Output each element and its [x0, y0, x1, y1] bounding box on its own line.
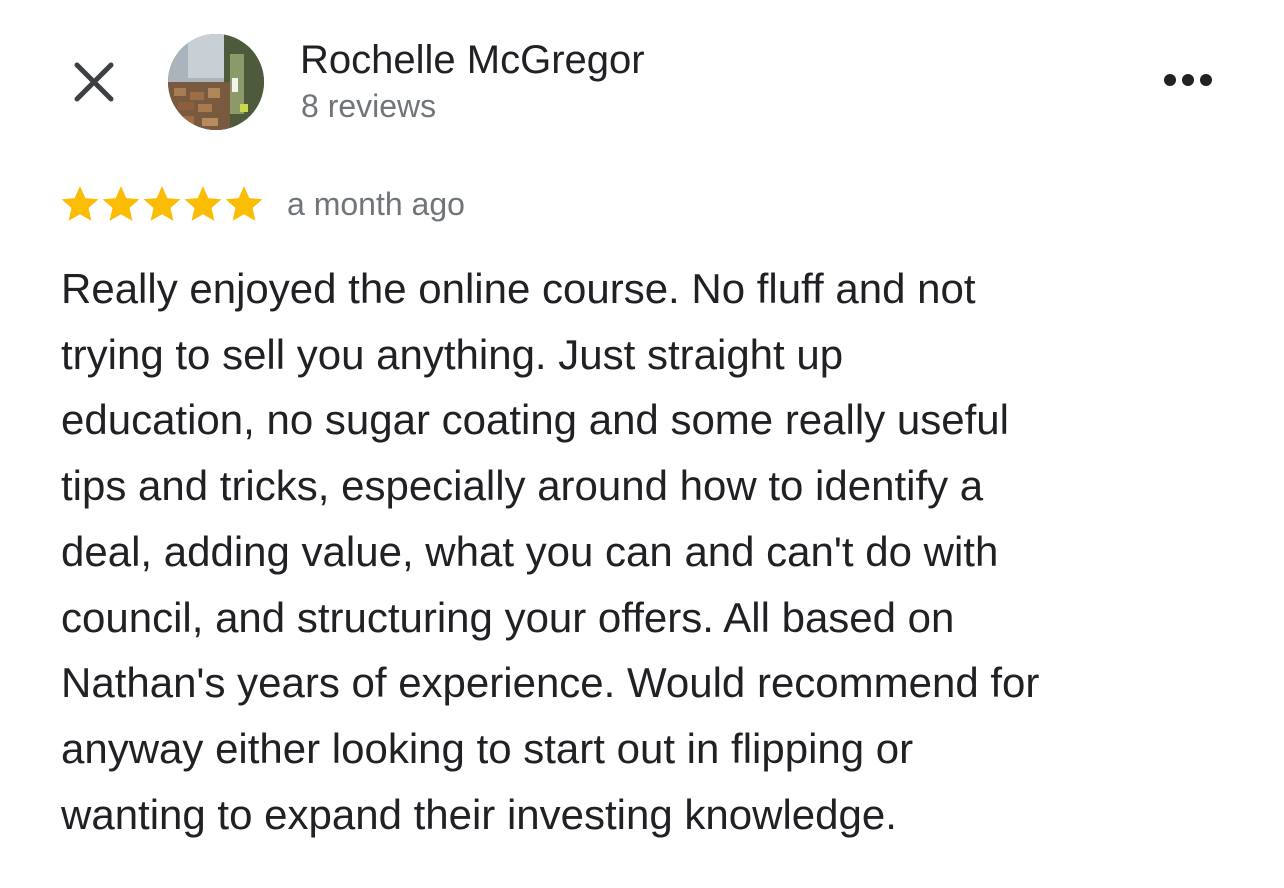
review-text-line: Really enjoyed the online course. No flu… [61, 265, 976, 312]
avatar-photo [168, 34, 264, 130]
review-text-line: trying to sell you anything. Just straig… [61, 330, 844, 378]
review-text-line: tips and tricks, especially around how t… [61, 462, 984, 510]
review-text-line: Nathan's years of experience. Would reco… [61, 659, 1040, 707]
star-rating [60, 184, 265, 224]
star-icon [101, 184, 141, 224]
star-icon [60, 184, 100, 224]
review-text: Really enjoyed the online course. No flu… [61, 256, 1241, 847]
more-options-button[interactable] [1156, 60, 1220, 100]
close-button[interactable] [64, 52, 124, 112]
review-text-line: wanting to expand their investing knowle… [61, 790, 897, 838]
star-icon [183, 184, 223, 224]
review-header: Rochelle McGregor 8 reviews [0, 0, 1284, 160]
author-name[interactable]: Rochelle McGregor [300, 36, 645, 84]
rating-row: a month ago [60, 180, 465, 228]
review-text-line: education, no sugar coating and some rea… [61, 396, 1009, 444]
close-icon [74, 62, 114, 102]
author-review-count: 8 reviews [301, 88, 437, 124]
review-text-line: deal, adding value, what you can and can… [61, 527, 999, 575]
review-text-line: council, and structuring your offers. Al… [61, 593, 955, 641]
more-horizontal-icon [1164, 74, 1212, 86]
star-icon [224, 184, 264, 224]
review-text-line: anyway either looking to start out in fl… [61, 724, 914, 772]
star-icon [142, 184, 182, 224]
review-time: a month ago [287, 186, 465, 222]
avatar[interactable] [168, 34, 264, 130]
